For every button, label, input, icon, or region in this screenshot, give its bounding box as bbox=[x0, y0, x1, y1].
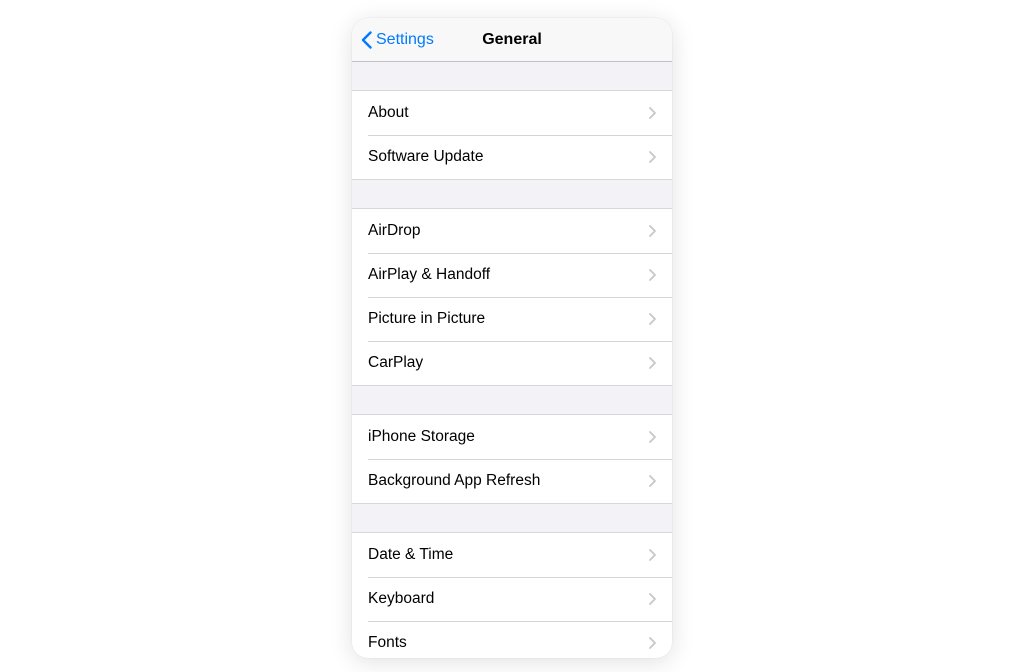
row-software-update[interactable]: Software Update bbox=[352, 135, 672, 179]
row-label: Keyboard bbox=[368, 590, 648, 609]
row-label: About bbox=[368, 104, 648, 123]
row-label: AirDrop bbox=[368, 222, 648, 241]
back-label: Settings bbox=[376, 31, 434, 49]
row-fonts[interactable]: Fonts bbox=[352, 621, 672, 658]
row-carplay[interactable]: CarPlay bbox=[352, 341, 672, 385]
row-label: Picture in Picture bbox=[368, 310, 648, 329]
row-date-time[interactable]: Date & Time bbox=[352, 533, 672, 577]
row-keyboard[interactable]: Keyboard bbox=[352, 577, 672, 621]
row-iphone-storage[interactable]: iPhone Storage bbox=[352, 415, 672, 459]
chevron-right-icon bbox=[648, 357, 656, 370]
row-airdrop[interactable]: AirDrop bbox=[352, 209, 672, 253]
chevron-right-icon bbox=[648, 225, 656, 238]
chevron-right-icon bbox=[648, 313, 656, 326]
row-label: Date & Time bbox=[368, 546, 648, 565]
row-background-app-refresh[interactable]: Background App Refresh bbox=[352, 459, 672, 503]
nav-bar: Settings General bbox=[352, 18, 672, 62]
row-label: Background App Refresh bbox=[368, 472, 648, 491]
phone-frame: Settings General About Software Update bbox=[352, 18, 672, 658]
chevron-right-icon bbox=[648, 107, 656, 120]
chevron-right-icon bbox=[648, 637, 656, 650]
content[interactable]: About Software Update AirDrop Ai bbox=[352, 62, 672, 658]
chevron-right-icon bbox=[648, 269, 656, 282]
group-date-time: Date & Time Keyboard Fonts Language & Re… bbox=[352, 532, 672, 658]
row-label: Fonts bbox=[368, 634, 648, 653]
chevron-right-icon bbox=[648, 475, 656, 488]
chevron-left-icon bbox=[360, 30, 372, 50]
row-airplay-handoff[interactable]: AirPlay & Handoff bbox=[352, 253, 672, 297]
chevron-right-icon bbox=[648, 593, 656, 606]
row-label: AirPlay & Handoff bbox=[368, 266, 648, 285]
row-label: Software Update bbox=[368, 148, 648, 167]
chevron-right-icon bbox=[648, 151, 656, 164]
row-label: CarPlay bbox=[368, 354, 648, 373]
group-airdrop: AirDrop AirPlay & Handoff Picture in Pic… bbox=[352, 208, 672, 386]
chevron-right-icon bbox=[648, 549, 656, 562]
chevron-right-icon bbox=[648, 431, 656, 444]
group-about: About Software Update bbox=[352, 90, 672, 180]
row-label: iPhone Storage bbox=[368, 428, 648, 447]
group-storage: iPhone Storage Background App Refresh bbox=[352, 414, 672, 504]
row-picture-in-picture[interactable]: Picture in Picture bbox=[352, 297, 672, 341]
row-about[interactable]: About bbox=[352, 91, 672, 135]
back-button[interactable]: Settings bbox=[360, 30, 434, 50]
